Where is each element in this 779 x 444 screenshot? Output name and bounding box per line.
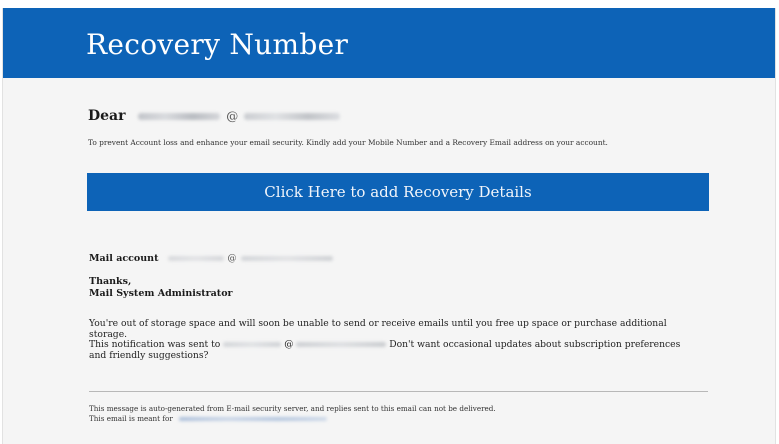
- greeting-label: Dear: [88, 108, 126, 124]
- greeting: Dear @: [88, 108, 341, 124]
- page-title: Recovery Number: [86, 28, 349, 61]
- redacted-username: [138, 112, 221, 120]
- sent-to-line: This notification was sent to @ Don't wa…: [89, 339, 689, 361]
- mail-account-label: Mail account: [89, 253, 159, 264]
- greeting-at-sign: @: [226, 109, 239, 123]
- divider: [89, 391, 708, 392]
- footer-auto-generated: This message is auto-generated from E-ma…: [89, 404, 496, 413]
- add-recovery-details-button[interactable]: Click Here to add Recovery Details: [87, 173, 709, 211]
- thanks-text: Thanks,: [89, 276, 132, 287]
- storage-notice: You're out of storage space and will soo…: [89, 318, 667, 340]
- mail-account-at-sign: @: [227, 253, 237, 264]
- footer: This message is auto-generated from E-ma…: [89, 404, 689, 424]
- intro-text: To prevent Account loss and enhance your…: [88, 138, 608, 147]
- redacted-domain: [244, 112, 341, 120]
- email-header: Recovery Number: [3, 8, 775, 78]
- sent-to-prefix: This notification was sent to: [89, 339, 221, 350]
- footer-meant-for: This email is meant for: [89, 414, 173, 423]
- redacted-footer-email[interactable]: [179, 417, 328, 421]
- mail-account-line: Mail account @: [89, 253, 333, 264]
- redacted-recipient-user: [223, 342, 282, 347]
- signoff: Thanks, Mail System Administrator: [89, 276, 233, 300]
- redacted-account-user: [167, 256, 224, 261]
- sent-to-at-sign: @: [284, 339, 294, 350]
- footer-meant-for-line: This email is meant for: [89, 414, 689, 424]
- email-card: Recovery Number Dear @ To prevent Accoun…: [2, 8, 776, 444]
- signature-text: Mail System Administrator: [89, 288, 233, 299]
- notice-text: You're out of storage space and will soo…: [89, 318, 689, 361]
- redacted-account-domain: [240, 256, 333, 261]
- redacted-recipient-domain: [296, 342, 387, 347]
